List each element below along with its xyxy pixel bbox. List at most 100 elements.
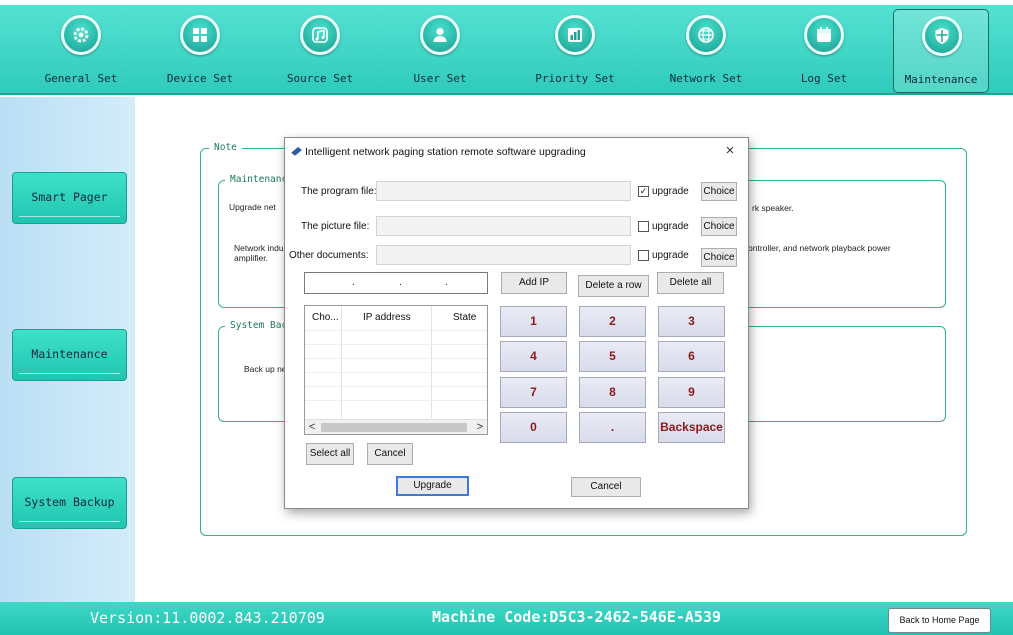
upgrade-dialog: Intelligent network paging station remot… bbox=[284, 137, 749, 509]
row-divider bbox=[305, 386, 487, 387]
user-icon bbox=[420, 15, 460, 55]
sidebar-item-system-backup[interactable]: System Backup bbox=[12, 477, 127, 529]
music-note-icon bbox=[300, 15, 340, 55]
picture-choice-button[interactable]: Choice bbox=[701, 217, 737, 236]
toolbar-item-user-set[interactable]: User Set bbox=[392, 9, 488, 93]
toolbar-item-log-set[interactable]: Log Set bbox=[776, 9, 872, 93]
calendar-icon bbox=[804, 15, 844, 55]
program-file-field[interactable] bbox=[376, 181, 631, 201]
horizontal-scrollbar[interactable]: < > bbox=[305, 419, 487, 434]
grid-icon bbox=[180, 15, 220, 55]
keypad-7-button[interactable]: 7 bbox=[500, 377, 567, 408]
keypad-0-button[interactable]: 0 bbox=[500, 412, 567, 443]
column-divider bbox=[341, 306, 342, 418]
picture-file-label: The picture file: bbox=[301, 221, 370, 232]
note-legend: Note bbox=[209, 142, 242, 153]
other-documents-field[interactable] bbox=[376, 245, 631, 265]
select-all-button[interactable]: Select all bbox=[306, 443, 354, 465]
machine-code-text: Machine Code:D5C3-2462-546E-A539 bbox=[432, 608, 721, 626]
ip-separator: . bbox=[352, 277, 355, 288]
toolbar-label: Network Set bbox=[669, 72, 743, 85]
row-divider bbox=[305, 372, 487, 373]
toolbar-label: Device Set bbox=[166, 72, 234, 85]
toolbar-item-device-set[interactable]: Device Set bbox=[152, 9, 248, 93]
scroll-left-arrow-icon[interactable]: < bbox=[309, 420, 315, 434]
scroll-right-arrow-icon[interactable]: > bbox=[477, 420, 483, 434]
column-header-ip-address[interactable]: IP address bbox=[363, 312, 411, 323]
sidebar-item-label: Maintenance bbox=[31, 347, 108, 361]
version-text: Version:11.0002.843.210709 bbox=[90, 609, 325, 627]
delete-row-button[interactable]: Delete a row bbox=[578, 275, 649, 297]
maintenance-legend: Maintenanc bbox=[225, 174, 293, 185]
toolbar-label: Maintenance bbox=[904, 73, 978, 86]
other-upgrade-label: upgrade bbox=[652, 250, 689, 261]
system-backup-legend: System Bac bbox=[225, 320, 293, 331]
toolbar-item-source-set[interactable]: Source Set bbox=[272, 9, 368, 93]
gear-icon bbox=[61, 15, 101, 55]
keypad-backspace-button[interactable]: Backspace bbox=[658, 412, 725, 443]
delete-all-button[interactable]: Delete all bbox=[657, 272, 724, 294]
cancel-button[interactable]: Cancel bbox=[571, 477, 641, 497]
program-upgrade-checkbox[interactable]: ✓ bbox=[638, 186, 649, 197]
toolbar-item-priority-set[interactable]: Priority Set bbox=[527, 9, 623, 93]
top-toolbar: General Set Device Set Source Set User S… bbox=[0, 5, 1013, 95]
status-bar: Version:11.0002.843.210709 Machine Code:… bbox=[0, 602, 1013, 635]
other-documents-label: Other documents: bbox=[289, 250, 369, 261]
toolbar-label: User Set bbox=[413, 72, 467, 85]
maintenance-text-1-end: rk speaker. bbox=[752, 203, 794, 213]
program-upgrade-label: upgrade bbox=[652, 186, 689, 197]
other-upgrade-checkbox[interactable] bbox=[638, 250, 649, 261]
keypad-4-button[interactable]: 4 bbox=[500, 341, 567, 372]
other-choice-button[interactable]: Choice bbox=[701, 248, 737, 267]
maintenance-text-2b: amplifier. bbox=[234, 253, 269, 263]
row-divider bbox=[305, 358, 487, 359]
sidebar: Smart Pager Maintenance System Backup bbox=[0, 97, 135, 602]
keypad-6-button[interactable]: 6 bbox=[658, 341, 725, 372]
ip-separator: . bbox=[445, 277, 448, 288]
toolbar-item-network-set[interactable]: Network Set bbox=[658, 9, 754, 93]
program-choice-button[interactable]: Choice bbox=[701, 182, 737, 201]
scrollbar-thumb[interactable] bbox=[321, 423, 467, 432]
picture-file-field[interactable] bbox=[376, 216, 631, 236]
toolbar-label: General Set bbox=[44, 72, 118, 85]
add-ip-button[interactable]: Add IP bbox=[501, 272, 567, 294]
sidebar-item-label: System Backup bbox=[24, 495, 115, 509]
upgrade-button[interactable]: Upgrade bbox=[396, 476, 469, 496]
toolbar-label: Priority Set bbox=[535, 72, 615, 85]
picture-upgrade-checkbox[interactable] bbox=[638, 221, 649, 232]
dialog-titlebar[interactable]: Intelligent network paging station remot… bbox=[285, 138, 748, 164]
maintenance-text-1: Upgrade net bbox=[229, 202, 276, 212]
row-divider bbox=[305, 344, 487, 345]
ip-table[interactable]: Cho... IP address State < > bbox=[304, 305, 488, 435]
close-button[interactable]: × bbox=[722, 142, 738, 160]
app-icon bbox=[291, 146, 303, 156]
column-divider bbox=[431, 306, 432, 418]
globe-icon bbox=[686, 15, 726, 55]
column-header-state[interactable]: State bbox=[453, 312, 476, 323]
toolbar-label: Log Set bbox=[800, 72, 848, 85]
backup-text: Back up ne bbox=[244, 364, 287, 374]
back-to-home-button[interactable]: Back to Home Page bbox=[888, 608, 991, 633]
toolbar-item-maintenance[interactable]: Maintenance bbox=[893, 9, 989, 93]
toolbar-label: Source Set bbox=[286, 72, 354, 85]
row-divider bbox=[305, 400, 487, 401]
bar-chart-icon bbox=[555, 15, 595, 55]
picture-upgrade-label: upgrade bbox=[652, 221, 689, 232]
column-header-choose[interactable]: Cho... bbox=[312, 312, 339, 323]
sidebar-item-maintenance[interactable]: Maintenance bbox=[12, 329, 127, 381]
keypad-8-button[interactable]: 8 bbox=[579, 377, 646, 408]
shield-icon bbox=[922, 16, 962, 56]
keypad-2-button[interactable]: 2 bbox=[579, 306, 646, 337]
keypad-1-button[interactable]: 1 bbox=[500, 306, 567, 337]
maintenance-text-2-end: ontroller, and network playback power bbox=[748, 243, 891, 253]
keypad-9-button[interactable]: 9 bbox=[658, 377, 725, 408]
keypad-5-button[interactable]: 5 bbox=[579, 341, 646, 372]
cancel-selection-button[interactable]: Cancel bbox=[367, 443, 413, 465]
ip-separator: . bbox=[399, 277, 402, 288]
keypad-3-button[interactable]: 3 bbox=[658, 306, 725, 337]
sidebar-item-smart-pager[interactable]: Smart Pager bbox=[12, 172, 127, 224]
toolbar-item-general-set[interactable]: General Set bbox=[33, 9, 129, 93]
program-file-label: The program file: bbox=[301, 186, 377, 197]
ip-address-input[interactable]: . . . bbox=[304, 272, 488, 294]
keypad-dot-button[interactable]: . bbox=[579, 412, 646, 443]
